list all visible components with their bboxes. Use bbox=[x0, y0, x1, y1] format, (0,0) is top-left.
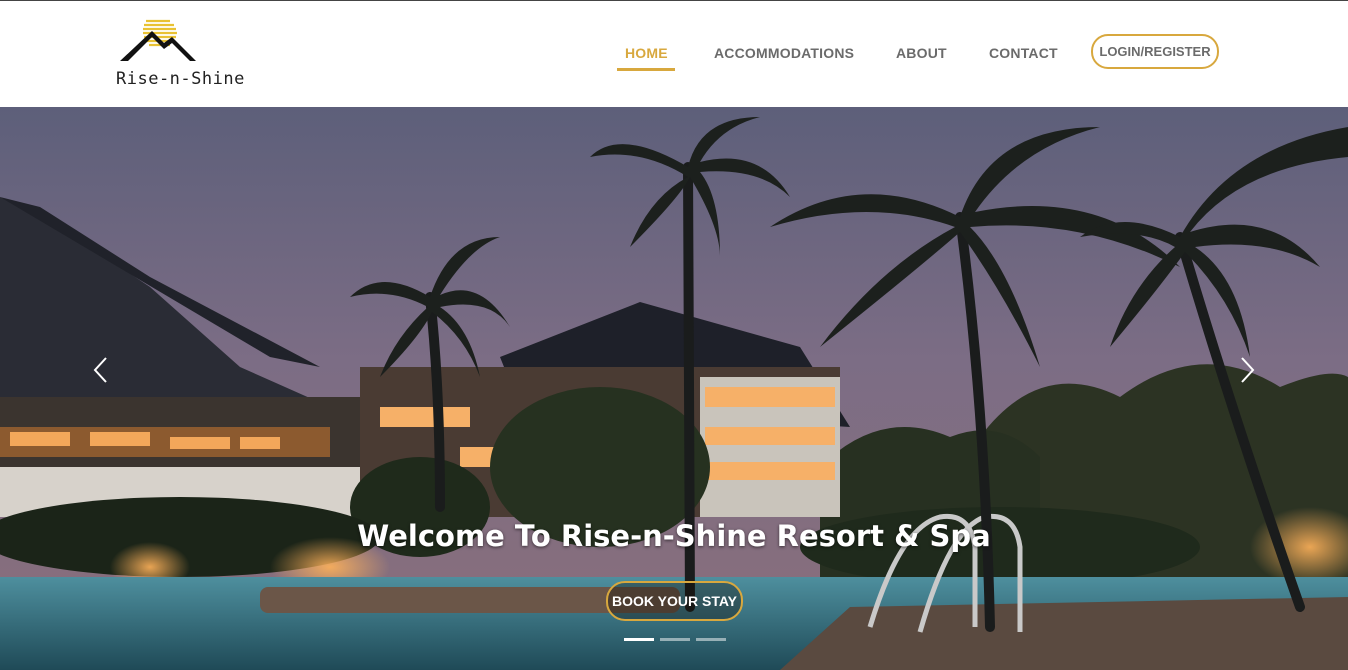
nav-accommodations[interactable]: ACCOMMODATIONS bbox=[714, 45, 854, 61]
nav-about[interactable]: ABOUT bbox=[896, 45, 947, 61]
mountain-sun-logo-icon bbox=[120, 19, 196, 61]
nav-home[interactable]: HOME bbox=[625, 45, 668, 61]
hero-headline: Welcome To Rise-n-Shine Resort & Spa bbox=[357, 519, 991, 553]
site-logo[interactable]: Rise-n-Shine bbox=[116, 15, 256, 95]
brand-name: Rise-n-Shine bbox=[116, 69, 245, 89]
chevron-right-icon[interactable] bbox=[1232, 355, 1262, 385]
chevron-left-icon[interactable] bbox=[86, 355, 116, 385]
carousel-indicator-2[interactable] bbox=[660, 638, 690, 641]
login-register-button[interactable]: LOGIN/REGISTER bbox=[1091, 34, 1219, 69]
carousel-indicator-1[interactable] bbox=[624, 638, 654, 641]
carousel-indicator-3[interactable] bbox=[696, 638, 726, 641]
site-header: Rise-n-Shine HOME ACCOMMODATIONS ABOUT C… bbox=[0, 1, 1348, 107]
nav-contact[interactable]: CONTACT bbox=[989, 45, 1058, 61]
book-your-stay-button[interactable]: BOOK YOUR STAY bbox=[606, 581, 743, 621]
hero-carousel: Welcome To Rise-n-Shine Resort & Spa BOO… bbox=[0, 107, 1348, 670]
active-nav-underline bbox=[617, 68, 675, 71]
